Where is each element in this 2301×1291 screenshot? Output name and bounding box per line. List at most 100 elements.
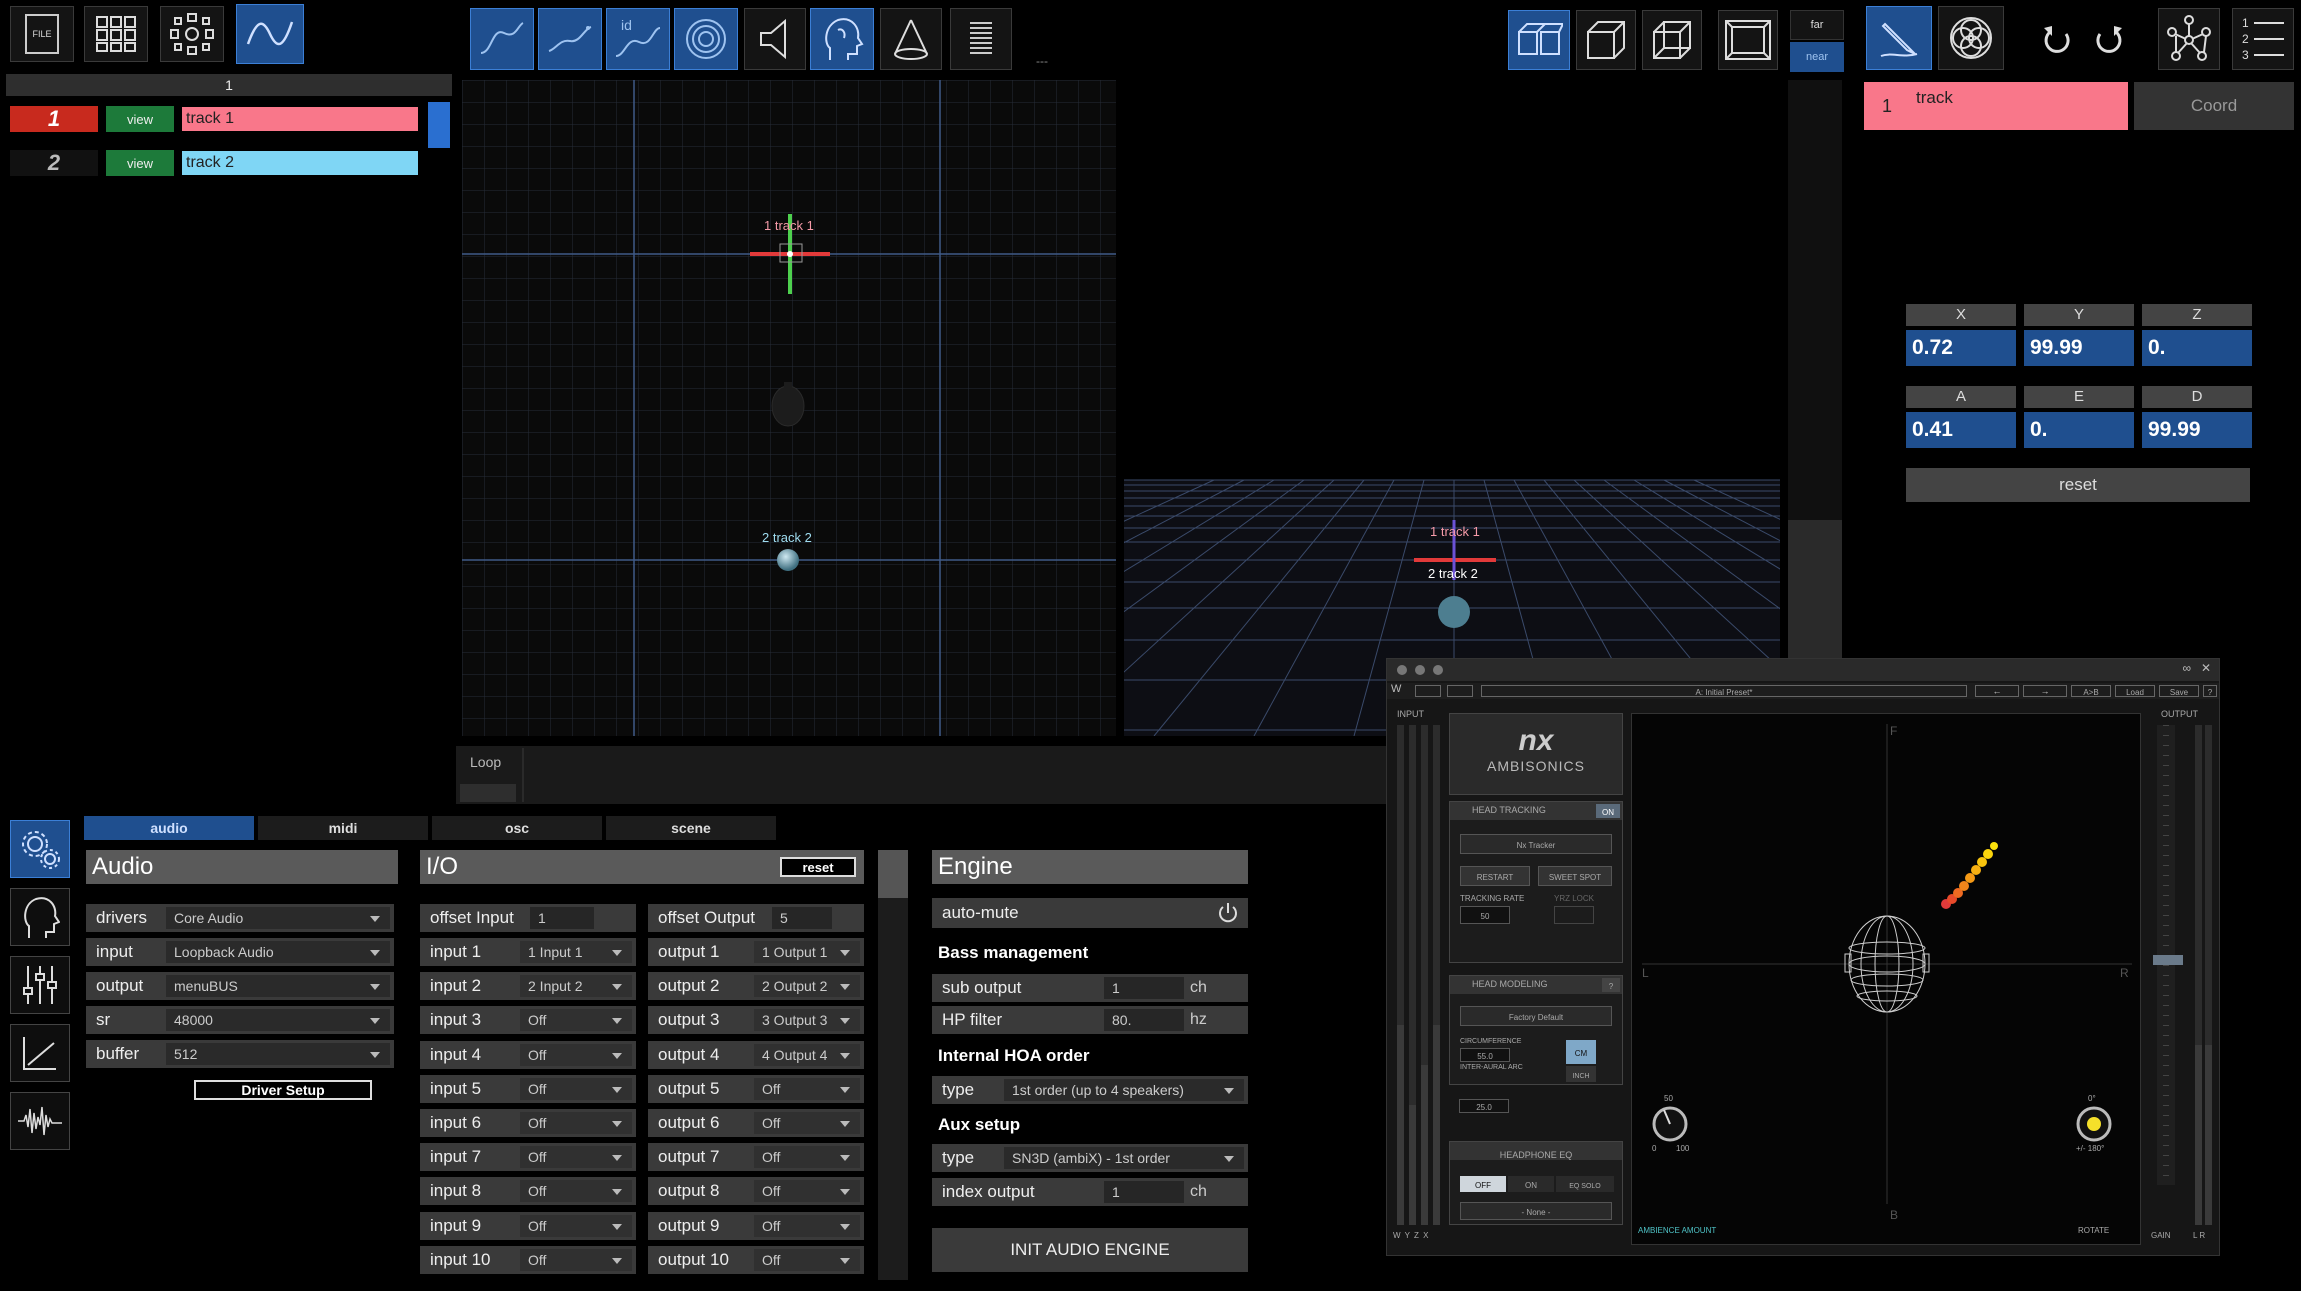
io-output-select[interactable]: 4 Output 4 (754, 1044, 860, 1066)
ambience-knob[interactable] (1652, 1106, 1688, 1142)
io-input-select[interactable]: Off (520, 1146, 632, 1168)
buffer-row[interactable]: buffer 512 (86, 1040, 394, 1068)
hoa-type-row[interactable]: type 1st order (up to 4 speakers) (932, 1076, 1248, 1104)
redo-small-button[interactable] (1447, 685, 1473, 697)
io-input-select[interactable]: Off (520, 1044, 632, 1066)
camera-wire-cube-button[interactable] (1642, 10, 1702, 70)
index-output-field[interactable]: 1 (1104, 1181, 1184, 1203)
loop-toggle[interactable] (460, 784, 516, 802)
io-output-row[interactable]: output 44 Output 4 (648, 1041, 864, 1069)
track-list-scrollbar[interactable] (428, 102, 450, 148)
track-2-marker[interactable] (777, 549, 799, 571)
preset-prev-button[interactable]: ← (1975, 685, 2019, 697)
io-output-select[interactable]: Off (754, 1112, 860, 1134)
coord-z[interactable]: Z 0. (2142, 304, 2252, 366)
sample-rate-row[interactable]: sr 48000 (86, 1006, 394, 1034)
io-input-row[interactable]: input 22 Input 2 (420, 972, 636, 1000)
output-gain-slider[interactable] (2153, 955, 2183, 965)
coord-a[interactable]: A 0.41 (1906, 386, 2016, 448)
layout-grid-button[interactable] (84, 6, 148, 62)
hp-filter-row[interactable]: HP filter 80. hz (932, 1006, 1248, 1034)
io-output-select[interactable]: Off (754, 1146, 860, 1168)
head-tracking-on-toggle[interactable]: ON (1596, 804, 1620, 818)
viewport-3d[interactable]: 1 track 1 2 track 2 (1124, 80, 1780, 736)
io-output-row[interactable]: output 11 Output 1 (648, 938, 864, 966)
io-output-row[interactable]: output 22 Output 2 (648, 972, 864, 1000)
coord-reset-button[interactable]: reset (1906, 468, 2250, 502)
io-output-row[interactable]: output 5 Off (648, 1075, 864, 1103)
coord-z-value[interactable]: 0. (2142, 330, 2252, 366)
inch-toggle[interactable]: INCH (1566, 1066, 1596, 1082)
io-output-select[interactable]: Off (754, 1249, 860, 1271)
viewport-3d-scrollbar[interactable] (1788, 80, 1842, 660)
trajectory-mode-button[interactable] (236, 4, 304, 64)
restart-button[interactable]: RESTART (1460, 866, 1530, 886)
io-input-select[interactable]: Off (520, 1249, 632, 1271)
io-output-row[interactable]: output 33 Output 3 (648, 1006, 864, 1034)
circles-button[interactable] (1938, 6, 2004, 70)
io-input-select[interactable]: 2 Input 2 (520, 975, 632, 997)
inter-aural-field[interactable]: 25.0 (1459, 1099, 1509, 1113)
tab-midi[interactable]: midi (258, 816, 428, 840)
io-scrollbar[interactable] (878, 850, 908, 1280)
track-name-field[interactable]: track 2 (182, 151, 418, 175)
pin-icon[interactable]: ✕ (2201, 661, 2211, 675)
io-input-row[interactable]: input 6 Off (420, 1109, 636, 1137)
curve-id-tool[interactable]: id (606, 8, 670, 70)
io-output-row[interactable]: output 9 Off (648, 1212, 864, 1240)
io-input-select[interactable]: 1 Input 1 (520, 941, 632, 963)
sweet-spot-button[interactable]: SWEET SPOT (1538, 866, 1612, 886)
io-input-select[interactable]: Off (520, 1009, 632, 1031)
io-input-row[interactable]: input 10 Off (420, 1246, 636, 1274)
far-button[interactable]: far (1790, 10, 1844, 40)
radius-tool[interactable] (674, 8, 738, 70)
nx-plugin-window[interactable]: ∞ ✕ W A: Initial Preset* ← → A>B Load Sa… (1386, 658, 2220, 1256)
curve-tool-2[interactable] (538, 8, 602, 70)
tab-scene[interactable]: scene (606, 816, 776, 840)
io-input-row[interactable]: input 3 Off (420, 1006, 636, 1034)
power-icon[interactable] (1216, 901, 1240, 925)
cm-toggle[interactable]: CM (1566, 1040, 1596, 1064)
window-min-dot[interactable] (1415, 665, 1425, 675)
input-device-row[interactable]: input Loopback Audio (86, 938, 394, 966)
nx-title-bar[interactable]: ∞ ✕ (1387, 659, 2219, 681)
io-reset-button[interactable]: reset (780, 857, 856, 877)
coord-e-value[interactable]: 0. (2024, 412, 2134, 448)
io-input-select[interactable]: Off (520, 1112, 632, 1134)
io-output-select[interactable]: Off (754, 1215, 860, 1237)
camera-cube-button[interactable] (1576, 10, 1636, 70)
sub-output-field[interactable]: 1 (1104, 977, 1184, 999)
aux-type-select[interactable]: SN3D (ambiX) - 1st order (1004, 1147, 1244, 1169)
sub-output-row[interactable]: sub output 1 ch (932, 974, 1248, 1002)
rotate-knob[interactable] (2076, 1106, 2112, 1142)
eq-solo-button[interactable]: EQ SOLO (1556, 1176, 1614, 1192)
eq-off-button[interactable]: OFF (1460, 1176, 1506, 1192)
ab-button[interactable]: A>B (2071, 685, 2111, 697)
eq-preset-select[interactable]: - None - (1460, 1202, 1612, 1220)
preset-next-button[interactable]: → (2023, 685, 2067, 697)
track-name-field[interactable]: track 1 (182, 107, 418, 131)
waveform-sidebar-button[interactable] (10, 1092, 70, 1150)
io-input-select[interactable]: Off (520, 1215, 632, 1237)
view-button[interactable]: view (106, 106, 174, 132)
coord-tab[interactable]: Coord (2134, 82, 2294, 130)
io-input-row[interactable]: input 5 Off (420, 1075, 636, 1103)
coord-y-value[interactable]: 99.99 (2024, 330, 2134, 366)
output-device-select[interactable]: menuBUS (166, 975, 390, 997)
io-output-select[interactable]: Off (754, 1180, 860, 1202)
nx-sound-field-display[interactable]: F B L R 50 0 100 AMBIENCE AMOUNT 0° +/- … (1631, 713, 2141, 1245)
view-button[interactable]: view (106, 150, 174, 176)
camera-frame-button[interactable] (1718, 10, 1778, 70)
hoa-type-select[interactable]: 1st order (up to 4 speakers) (1004, 1079, 1244, 1101)
coord-x[interactable]: X 0.72 (1906, 304, 2016, 366)
graph-sidebar-button[interactable] (10, 1024, 70, 1082)
tab-osc[interactable]: osc (432, 816, 602, 840)
io-input-row[interactable]: input 9 Off (420, 1212, 636, 1240)
track-row-1[interactable]: 1 view track 1 (10, 106, 420, 132)
tracking-rate-field[interactable]: 50 (1460, 906, 1510, 924)
tab-audio[interactable]: audio (84, 816, 254, 840)
selected-track-header[interactable]: 1 track (1864, 82, 2128, 130)
aux-type-row[interactable]: type SN3D (ambiX) - 1st order (932, 1144, 1248, 1172)
io-input-row[interactable]: input 11 Input 1 (420, 938, 636, 966)
drivers-row[interactable]: drivers Core Audio (86, 904, 394, 932)
